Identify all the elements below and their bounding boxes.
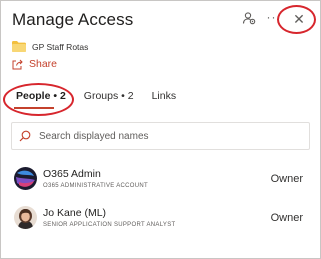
file-name: GP Staff Rotas <box>32 41 89 52</box>
search-icon <box>19 130 31 142</box>
people-tab-highlight-ring <box>3 83 74 116</box>
share-icon <box>12 59 23 69</box>
person-name: O365 Admin <box>43 168 101 180</box>
list-item[interactable]: Jo Kane (ML) SENIOR APPLICATION SUPPORT … <box>1 202 321 236</box>
person-role: SENIOR APPLICATION SUPPORT ANALYST <box>43 222 176 228</box>
share-link[interactable]: Share <box>12 58 57 70</box>
panel-title: Manage Access <box>12 10 134 29</box>
search-box <box>11 122 310 150</box>
avatar <box>14 167 37 190</box>
list-item[interactable]: O365 Admin O365 ADMINISTRATIVE ACCOUNT O… <box>1 163 321 197</box>
tab-groups[interactable]: Groups • 2 <box>84 90 134 102</box>
permission-dropdown[interactable]: Owner <box>271 173 303 185</box>
share-label: Share <box>29 58 58 70</box>
close-highlight-ring <box>277 5 316 34</box>
person-name: Jo Kane (ML) <box>43 207 107 219</box>
manage-access-panel: Manage Access ··· ✕ GP Staff Rotas Share… <box>0 0 321 259</box>
tab-links[interactable]: Links <box>152 90 177 102</box>
avatar <box>14 206 37 229</box>
person-role: O365 ADMINISTRATIVE ACCOUNT <box>43 183 149 189</box>
folder-icon <box>12 41 26 52</box>
file-info: GP Staff Rotas <box>12 41 88 52</box>
permission-dropdown[interactable]: Owner <box>271 212 303 224</box>
search-input[interactable] <box>39 130 289 142</box>
person-settings-icon[interactable] <box>241 10 257 26</box>
